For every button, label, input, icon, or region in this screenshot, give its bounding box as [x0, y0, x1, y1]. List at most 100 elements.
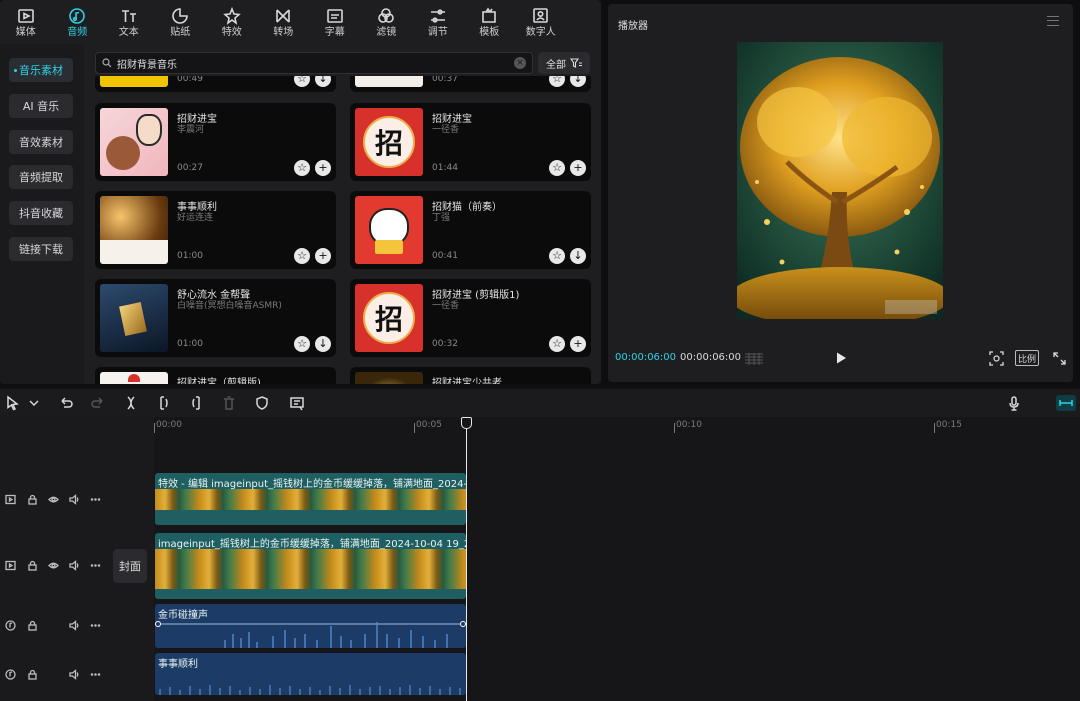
more-icon[interactable]: [90, 620, 101, 631]
tab-text[interactable]: 文本: [103, 0, 155, 44]
tab-label: 转场: [273, 26, 294, 38]
favorite-icon[interactable]: ☆: [294, 248, 310, 264]
split-icon[interactable]: [123, 395, 139, 411]
captions-icon: [326, 8, 343, 23]
tab-filters[interactable]: 滤镜: [361, 0, 413, 44]
ruler-tick: [154, 423, 155, 433]
music-card[interactable]: 事事顺利 好运连连 01:00 ☆ +: [95, 191, 336, 269]
favorite-icon[interactable]: ☆: [549, 76, 565, 87]
undo-icon[interactable]: [58, 395, 74, 411]
delete-icon[interactable]: [221, 395, 237, 411]
favorite-icon[interactable]: ☆: [549, 160, 565, 176]
music-card[interactable]: 招 招财进宝 一径香 01:44 ☆ +: [350, 103, 591, 181]
tab-audio[interactable]: 音频: [52, 0, 104, 44]
main-video-clip[interactable]: imageinput_摇钱树上的金币缓缓掉落，铺满地面_2024-10-04 1…: [155, 533, 466, 599]
tab-transition[interactable]: 转场: [258, 0, 310, 44]
lock-icon[interactable]: [27, 560, 38, 571]
tab-label: 贴纸: [170, 26, 191, 38]
playhead-handle[interactable]: [461, 417, 472, 429]
favorite-icon[interactable]: ☆: [549, 248, 565, 264]
search-input[interactable]: [117, 57, 509, 69]
fit-view-icon[interactable]: [988, 350, 1004, 366]
trim-left-icon[interactable]: [156, 395, 172, 411]
tab-templates[interactable]: 模板: [464, 0, 516, 44]
download-icon[interactable]: ↓: [570, 248, 586, 264]
more-icon[interactable]: [90, 494, 101, 505]
favorite-icon[interactable]: ☆: [294, 336, 310, 352]
tab-effects[interactable]: 特效: [206, 0, 258, 44]
clip-filmstrip: [155, 549, 466, 589]
music-card[interactable]: 00:37 ☆ ↓: [350, 76, 591, 92]
auto-caption-icon[interactable]: [289, 395, 305, 411]
download-icon[interactable]: ↓: [570, 76, 586, 87]
lock-icon[interactable]: [27, 494, 38, 505]
sidebar-item-music[interactable]: 音乐素材: [9, 58, 73, 82]
chevron-down-icon[interactable]: [26, 395, 39, 411]
tab-label: 模板: [479, 26, 500, 38]
tab-captions[interactable]: 字幕: [309, 0, 361, 44]
redo-icon[interactable]: [90, 395, 106, 411]
fullscreen-icon[interactable]: [1051, 350, 1067, 366]
digital-human-icon: [532, 7, 548, 23]
favorite-icon[interactable]: ☆: [294, 160, 310, 176]
aspect-ratio-button[interactable]: 比例: [1015, 350, 1039, 366]
volume-icon[interactable]: [69, 494, 80, 505]
template-icon: [482, 7, 497, 23]
music-card[interactable]: 招 招财进宝 (剪辑版1) 一径香 00:32 ☆ +: [350, 279, 591, 357]
music-card[interactable]: 招财进宝少共老: [350, 367, 591, 384]
player-menu-icon[interactable]: [1047, 16, 1059, 26]
tab-media[interactable]: 媒体: [0, 0, 52, 44]
volume-icon[interactable]: [69, 560, 80, 571]
sidebar-item-douyin-favorites[interactable]: 抖音收藏: [9, 201, 73, 225]
waveform-grid-icon[interactable]: [744, 352, 764, 366]
sidebar-item-link-download[interactable]: 链接下载: [9, 237, 73, 261]
music-card[interactable]: 招财进宝 李震河 00:27 ☆ +: [95, 103, 336, 181]
more-icon[interactable]: [90, 560, 101, 571]
tab-sticker[interactable]: 贴纸: [155, 0, 207, 44]
music-card[interactable]: 00:49 ☆ ↓: [95, 76, 336, 92]
eye-icon[interactable]: [48, 494, 59, 505]
lock-icon[interactable]: [27, 620, 38, 631]
effect-clip[interactable]: 特效 - 编辑 imageinput_摇钱树上的金币缓缓掉落，铺满地面_2024…: [155, 473, 466, 525]
clear-search-icon[interactable]: ×: [514, 57, 526, 69]
lock-icon[interactable]: [27, 669, 38, 680]
add-icon[interactable]: +: [570, 336, 586, 352]
play-icon[interactable]: [834, 351, 848, 365]
sidebar-item-ai-music[interactable]: AI 音乐: [9, 94, 73, 118]
add-icon[interactable]: +: [570, 160, 586, 176]
volume-icon[interactable]: [69, 669, 80, 680]
playhead-line[interactable]: [466, 417, 467, 701]
media-icon: [17, 8, 34, 23]
clip-filmstrip: [155, 489, 466, 510]
download-icon[interactable]: ↓: [315, 336, 331, 352]
sidebar-item-sound-effects[interactable]: 音效素材: [9, 130, 73, 154]
microphone-icon[interactable]: [1006, 395, 1022, 411]
adjust-icon: [430, 8, 445, 23]
trim-right-icon[interactable]: [188, 395, 204, 411]
select-tool-icon[interactable]: [5, 395, 21, 411]
add-icon[interactable]: +: [315, 248, 331, 264]
favorite-icon[interactable]: ☆: [294, 76, 310, 87]
track-headers: [0, 417, 110, 701]
volume-icon[interactable]: [69, 620, 80, 631]
tab-adjust[interactable]: 调节: [412, 0, 464, 44]
music-card[interactable]: 招财进宝（剪辑版): [95, 367, 336, 384]
tab-digital-human[interactable]: 数字人: [515, 0, 567, 44]
video-track-icon: [5, 560, 16, 571]
magnet-link-icon[interactable]: [1056, 395, 1076, 411]
music-card[interactable]: 招财猫（前奏） 丁强 00:41 ☆ ↓: [350, 191, 591, 269]
shield-icon[interactable]: [254, 395, 270, 411]
sidebar-item-audio-extract[interactable]: 音频提取: [9, 165, 73, 189]
audio-clip-coin[interactable]: 金币碰撞声: [155, 604, 466, 648]
eye-icon[interactable]: [48, 560, 59, 571]
filter-button[interactable]: 全部: [538, 52, 590, 74]
more-icon[interactable]: [90, 669, 101, 680]
cover-button[interactable]: 封面: [113, 549, 147, 583]
cover-label: 封面: [119, 560, 141, 573]
music-duration: 00:32: [432, 339, 458, 349]
download-icon[interactable]: ↓: [315, 76, 331, 87]
music-card[interactable]: 舒心流水 金帮聲 白噪音(冥想白噪音ASMR) 01:00 ☆ ↓: [95, 279, 336, 357]
audio-clip-song[interactable]: 事事顺利: [155, 653, 466, 695]
favorite-icon[interactable]: ☆: [549, 336, 565, 352]
add-icon[interactable]: +: [315, 160, 331, 176]
